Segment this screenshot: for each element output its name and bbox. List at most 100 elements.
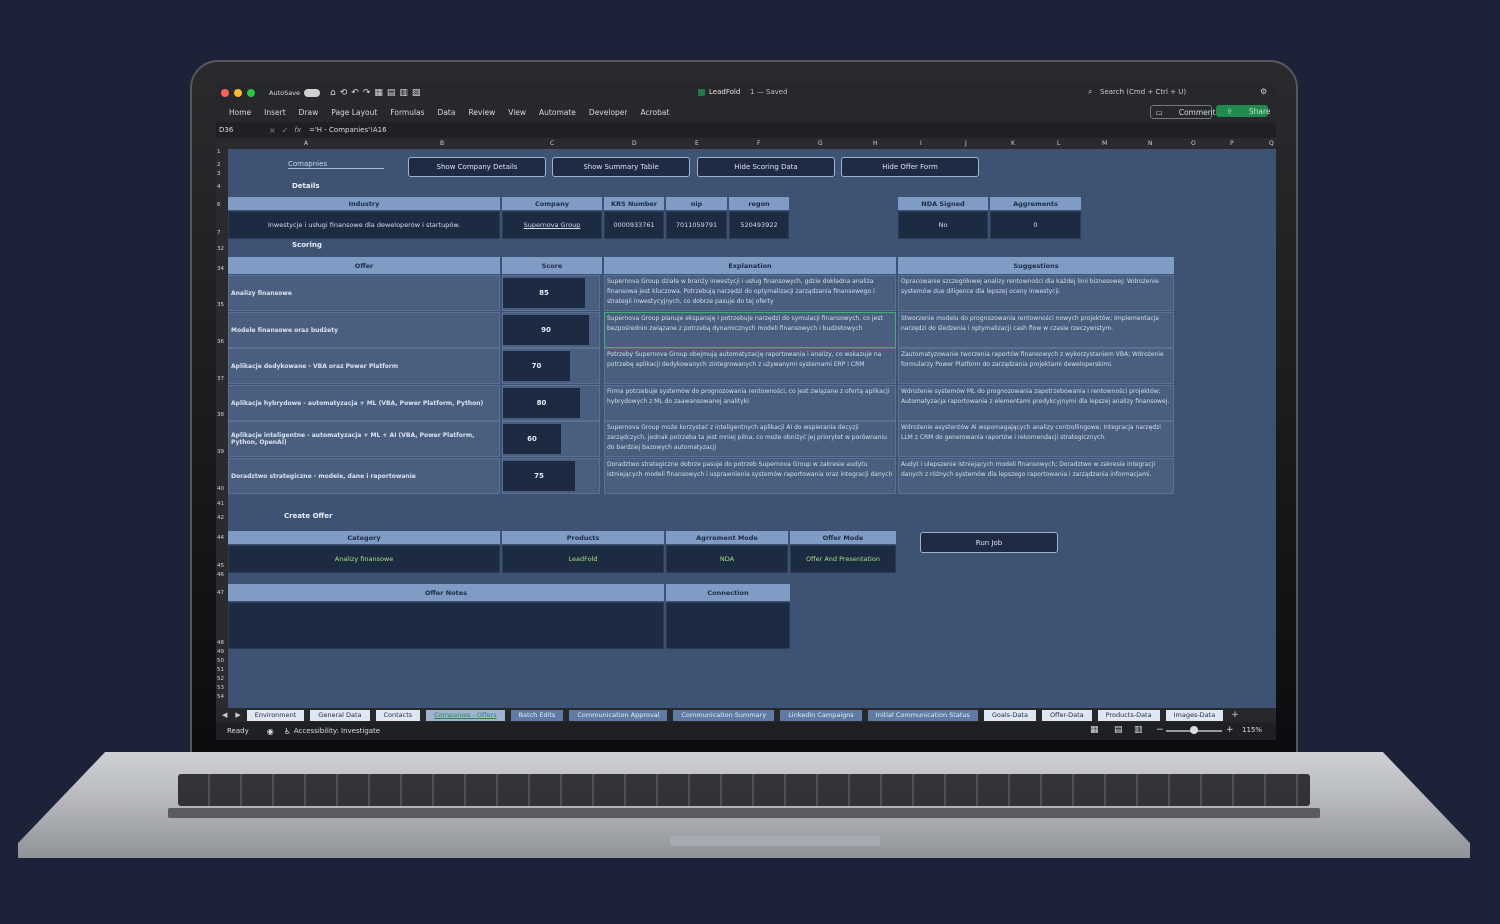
column-header[interactable]: D [632,140,637,147]
row-header[interactable]: 7 [217,230,221,236]
accessibility-icon[interactable]: ♿ [284,727,291,736]
cancel-icon[interactable]: × [269,126,276,135]
score-cell[interactable]: 90 [502,312,600,348]
ribbon-tab-developer[interactable]: Developer [589,108,628,117]
ribbon-tab-automate[interactable]: Automate [539,108,576,117]
sheet-tab[interactable]: Images-Data [1165,709,1224,721]
column-header[interactable]: G [818,140,823,147]
normal-view-icon[interactable]: ▦ [1090,725,1099,735]
explanation-cell[interactable]: Potrzeby Supernova Group obejmują automa… [604,348,896,384]
row-header[interactable]: 6 [217,202,221,208]
column-header[interactable]: A [304,140,308,147]
column-header[interactable]: K [1011,140,1015,147]
macro-record-icon[interactable]: ◉ [267,727,274,736]
offer-cell[interactable]: Aplikacje dedykowane - VBA oraz Power Pl… [228,348,500,384]
show-summary-table-button[interactable]: Show Summary Table [552,157,690,177]
row-header[interactable]: 32 [217,246,224,252]
ribbon-tab-insert[interactable]: Insert [264,108,286,117]
row-header[interactable]: 40 [217,486,224,492]
suggestions-cell[interactable]: Wdrożenie asystentów AI wspomagających a… [898,421,1174,457]
explanation-cell[interactable]: Firma potrzebuje systemów do prognozowan… [604,385,896,421]
row-header[interactable]: 51 [217,667,224,673]
sheet-tab-active[interactable]: Companies - Offers [426,709,505,721]
run-job-button[interactable]: Run Job [920,532,1058,553]
column-header[interactable]: P [1230,140,1234,147]
row-header[interactable]: 1 [217,149,221,155]
row-header[interactable]: 39 [217,449,224,455]
row-header[interactable]: 50 [217,658,224,664]
ribbon-tab-data[interactable]: Data [438,108,456,117]
column-header[interactable]: Q [1269,140,1274,147]
row-header[interactable]: 52 [217,676,224,682]
suggestions-cell[interactable]: Zautomatyzowanie tworzenia raportów fina… [898,348,1174,384]
close-window-button[interactable] [221,89,229,97]
show-company-details-button[interactable]: Show Company Details [408,157,546,177]
next-sheet-icon[interactable]: ▶ [235,711,240,719]
row-header[interactable]: 49 [217,649,224,655]
settings-icon[interactable]: ⚙ [1260,87,1267,96]
row-header[interactable]: 44 [217,535,224,541]
zoom-slider-handle[interactable] [1190,726,1198,734]
sheet-tab[interactable]: Communication Summary [673,709,775,721]
accessibility-status[interactable]: Accessibility: Investigate [294,727,380,735]
explanation-cell[interactable]: Supernova Group planuje ekspansję i potr… [604,312,896,348]
offer-cell[interactable]: Aplikacje inteligentne - automatyzacja +… [228,421,500,457]
suggestions-cell[interactable]: Wdrożenie systemów ML do prognozowania z… [898,385,1174,421]
hide-offer-form-button[interactable]: Hide Offer Form [841,157,979,177]
connection-input[interactable] [666,602,790,649]
column-header[interactable]: O [1191,140,1196,147]
column-header[interactable]: M [1102,140,1107,147]
row-header[interactable]: 35 [217,302,224,308]
row-header[interactable]: 47 [217,590,224,596]
row-header[interactable]: 4 [217,184,221,190]
score-cell[interactable]: 60 [502,421,600,457]
row-header[interactable]: 45 [217,563,224,569]
krs-value[interactable]: 0000933761 [604,211,664,239]
sheet-tab[interactable]: Contacts [375,709,421,721]
row-header[interactable]: 42 [217,515,224,521]
products-select[interactable]: LeadFold [502,545,664,573]
prev-sheet-icon[interactable]: ◀ [222,711,227,719]
ribbon-tab-home[interactable]: Home [229,108,251,117]
score-cell[interactable]: 75 [502,458,600,494]
offer-notes-input[interactable] [228,602,664,649]
suggestions-cell[interactable]: Opracowanie szczegółowej analizy rentown… [898,275,1174,311]
saved-status[interactable]: 1 — Saved [750,88,788,96]
share-button[interactable]: ⇪ Share [1216,105,1270,117]
row-header[interactable]: 54 [217,694,224,700]
column-header[interactable]: E [695,140,699,147]
row-header[interactable]: 37 [217,376,224,382]
name-box[interactable]: D36 [219,126,263,134]
sheet-tab[interactable]: Communication Approval [569,709,668,721]
row-header[interactable]: 34 [217,266,224,272]
company-link[interactable]: Supernova Group [502,211,602,239]
formula-input[interactable]: ='H - Companies'!A16 [309,126,387,134]
row-header[interactable]: 38 [217,412,224,418]
hide-scoring-data-button[interactable]: Hide Scoring Data [697,157,835,177]
column-header[interactable]: C [550,140,554,147]
column-header[interactable]: B [440,140,444,147]
explanation-cell[interactable]: Supernova Group działa w branży inwestyc… [604,275,896,311]
sheet-tab[interactable]: Linkedin Campaigns [780,709,862,721]
sheet-tab[interactable]: Initial Communication Status [867,709,978,721]
ribbon-tab-acrobat[interactable]: Acrobat [641,108,670,117]
row-header[interactable]: 36 [217,339,224,345]
ribbon-tab-view[interactable]: View [508,108,526,117]
page-layout-view-icon[interactable]: ▤ [1114,725,1123,735]
nip-value[interactable]: 7011059791 [666,211,727,239]
row-header[interactable]: 3 [217,171,221,177]
offer-mode-select[interactable]: Offer And Presentation [790,545,896,573]
zoom-level[interactable]: 115% [1242,726,1262,734]
add-sheet-icon[interactable]: + [1231,710,1239,720]
explanation-cell[interactable]: Supernova Group może korzystać z intelig… [604,421,896,457]
comments-button[interactable]: ▭ Comments [1150,105,1219,119]
column-header[interactable]: I [920,140,922,147]
ribbon-tab-draw[interactable]: Draw [299,108,319,117]
offer-cell[interactable]: Analizy finansowe [228,275,500,311]
nda-value[interactable]: No [898,211,988,239]
suggestions-cell[interactable]: Audyt i ulepszenie istniejących modeli f… [898,458,1174,494]
agreement-mode-select[interactable]: NDA [666,545,788,573]
column-header[interactable]: H [873,140,878,147]
quick-access-icons[interactable]: ⌂⟲↶↷▦▤▥▧ [330,88,424,98]
offer-cell[interactable]: Aplikacje hybrydowe - automatyzacja + ML… [228,385,500,421]
